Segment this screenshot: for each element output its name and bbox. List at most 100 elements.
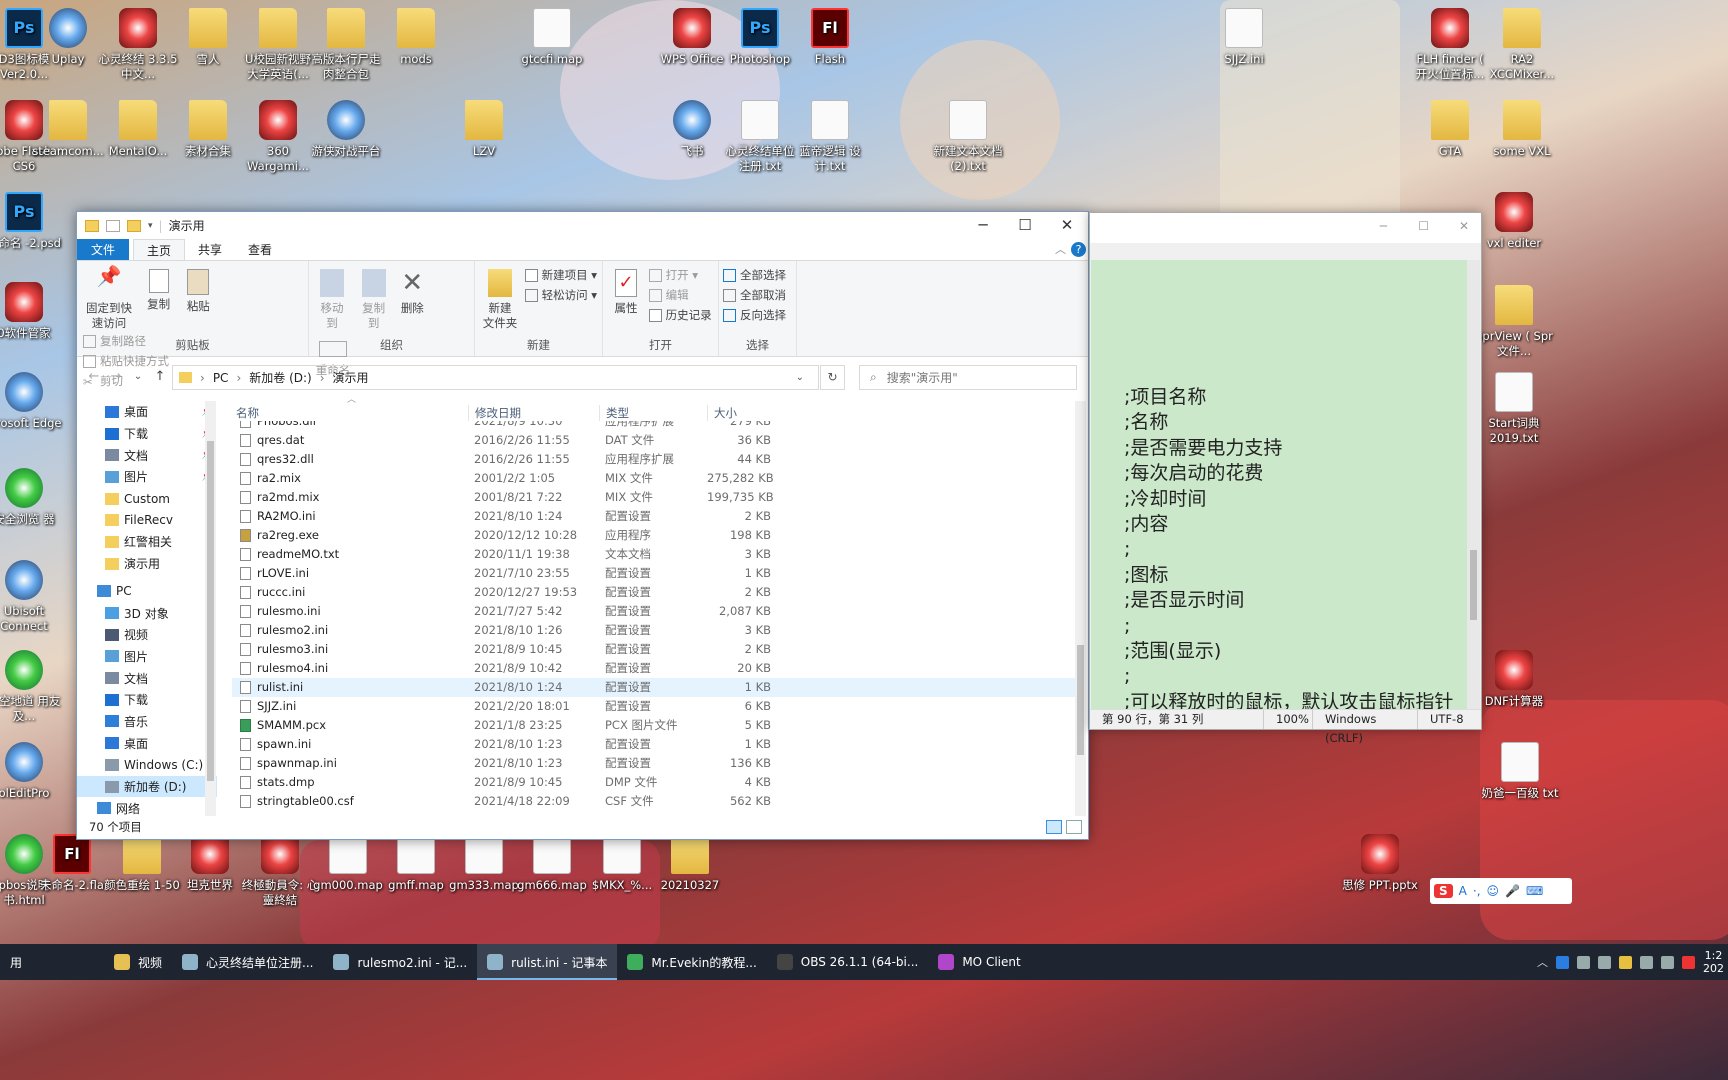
file-row[interactable]: Phobos.dll 2021/8/9 10:30应用程序扩展279 KB	[232, 421, 1077, 430]
search-box[interactable]: ⌕ 搜索"演示用"	[859, 365, 1077, 390]
column-size[interactable]: 大小	[707, 404, 777, 421]
file-row[interactable]: rulesmo.ini 2021/7/27 5:42 配置设置 2,087 KB	[232, 601, 1077, 620]
file-row[interactable]: rulesmo4.ini 2021/8/9 10:42 配置设置 20 KB	[232, 659, 1077, 678]
notepad-close-button[interactable]: ✕	[1459, 219, 1469, 233]
taskbar-item[interactable]: rulist.ini - 记事本	[477, 944, 618, 980]
desktop-icon-item[interactable]: Ubisoft Connect	[0, 560, 64, 634]
collapse-ribbon-icon[interactable]: ︿	[1055, 241, 1066, 257]
file-list-scrollbar[interactable]	[1075, 401, 1086, 816]
breadcrumb-drive[interactable]: 新加卷 (D:)	[249, 369, 311, 386]
tab-file[interactable]: 文件	[77, 239, 130, 260]
nav-item[interactable]: FileRecv	[77, 509, 217, 531]
column-name[interactable]: 名称	[232, 405, 468, 421]
nav-item[interactable]: 下载📌	[77, 423, 217, 445]
nav-item[interactable]: 图片	[77, 646, 217, 668]
desktop-icon-item[interactable]: FLH finder ( 开火位置标...	[1410, 8, 1490, 82]
desktop-icon-item[interactable]: gm666.map	[512, 834, 592, 893]
emoji-icon[interactable]: ☺	[1487, 884, 1500, 898]
network-icon[interactable]	[1640, 955, 1653, 969]
desktop-icon-item[interactable]: 心灵终结 3.3.5中文...	[98, 8, 178, 82]
keyboard-icon[interactable]: ⌨	[1526, 884, 1543, 898]
desktop-icon-item[interactable]: olEditPro	[0, 742, 64, 801]
notepad-scrollbar[interactable]	[1467, 260, 1480, 710]
desktop-icon-item[interactable]: SJJZ.ini	[1204, 8, 1284, 67]
desktop-icon-item[interactable]: mods	[376, 8, 456, 67]
taskbar-item[interactable]: OBS 26.1.1 (64-bi...	[767, 944, 929, 980]
file-row[interactable]: ra2.mix 2001/2/2 1:05 MIX 文件 275,282 KB	[232, 468, 1077, 487]
tab-view[interactable]: 查看	[235, 239, 285, 260]
file-row[interactable]: stringtable00.csf 2021/4/18 22:09 CSF 文件 56…	[232, 792, 1077, 811]
notepad-maximize-button[interactable]: ☐	[1418, 219, 1429, 233]
recent-locations-button[interactable]: ⌄	[127, 371, 149, 382]
taskbar-item[interactable]: MO Client	[928, 944, 1030, 980]
nav-item[interactable]: Custom	[77, 488, 217, 510]
taskbar-item[interactable]: 心灵终结单位注册...	[172, 944, 323, 980]
select-all-button[interactable]: 全部选择	[723, 265, 792, 285]
desktop-icon-item[interactable]: Fl Flash	[790, 8, 870, 67]
desktop-icon-item[interactable]: 0软件管家	[0, 282, 64, 341]
desktop-icon-item[interactable]: Ps 未命名 -2.psd	[0, 192, 64, 251]
nav-item[interactable]: PC	[77, 581, 217, 603]
history-button[interactable]: 历史记录	[648, 305, 712, 325]
nav-item[interactable]: 桌面📌	[77, 401, 217, 423]
desktop-icon-item[interactable]: 奶爸一百级 txt	[1480, 742, 1560, 801]
desktop-icon-item[interactable]: 心灵终结单位 注册.txt	[720, 100, 800, 174]
nav-item[interactable]: 音乐	[77, 711, 217, 733]
ime-toolbar[interactable]: S A ·, ☺ 🎤 ⌨	[1430, 878, 1572, 904]
quick-access-dropdown-icon[interactable]: ▾	[148, 221, 153, 231]
microphone-icon[interactable]: 🎤	[1505, 884, 1520, 898]
large-icons-view-button[interactable]	[1066, 820, 1082, 834]
nav-item[interactable]: 网络	[77, 797, 217, 816]
notepad-scrollbar-thumb[interactable]	[1470, 550, 1477, 620]
column-date[interactable]: 修改日期	[468, 404, 599, 421]
file-row[interactable]: qres32.dll 2016/2/26 11:55 应用程序扩展 44 KB	[232, 449, 1077, 468]
address-bar[interactable]: › PC › 新加卷 (D:) › 演示用 ⌄	[172, 365, 819, 390]
file-row[interactable]: rulist.ini 2021/8/10 1:24 配置设置 1 KB	[232, 677, 1077, 697]
volume-icon[interactable]	[1661, 955, 1674, 969]
move-to-button[interactable]: 移动到	[315, 265, 349, 331]
chevron-down-icon[interactable]: ⌄	[796, 372, 804, 383]
nav-item[interactable]: 下载	[77, 689, 217, 711]
desktop-icon-item[interactable]: 坦克世界	[170, 834, 250, 893]
copy-to-button[interactable]: 复制到	[357, 265, 391, 331]
copy-button[interactable]: 复制	[143, 265, 175, 312]
desktop-icon-item[interactable]: gtccfi.map	[512, 8, 592, 67]
tray-app-icon[interactable]	[1598, 955, 1611, 969]
new-folder-quick-icon[interactable]	[127, 219, 141, 232]
close-button[interactable]: ✕	[1046, 212, 1088, 239]
forward-button[interactable]: →	[105, 369, 127, 384]
file-row[interactable]: ra2md.mix 2001/8/21 7:22 MIX 文件 199,735 KB	[232, 487, 1077, 506]
taskbar-item[interactable]: 视频	[104, 944, 172, 980]
desktop-icon-item[interactable]: 思修 PPT.pptx	[1340, 834, 1420, 893]
open-button[interactable]: 打开 ▾	[648, 265, 712, 285]
desktop-icon-item[interactable]: SprView ( Spr文件...	[1474, 285, 1554, 359]
desktop-icon-item[interactable]: 安全浏览 器	[0, 468, 64, 527]
bluetooth-icon[interactable]	[1556, 955, 1569, 969]
nav-item[interactable]: Windows (C:)	[77, 754, 217, 776]
tab-share[interactable]: 共享	[185, 239, 235, 260]
desktop-icon-item[interactable]: 雪人	[168, 8, 248, 67]
easy-access-button[interactable]: 轻松访问 ▾	[524, 285, 597, 305]
minimize-button[interactable]: ─	[962, 212, 1004, 239]
desktop-icon-item[interactable]: LZV	[444, 100, 524, 159]
desktop-icon-item[interactable]: Uplay	[28, 8, 108, 67]
breadcrumb-folder[interactable]: 演示用	[333, 369, 369, 386]
file-row[interactable]: ra2reg.exe 2020/12/12 10:28 应用程序 198 KB	[232, 525, 1077, 544]
desktop-icon-item[interactable]: vxl editer	[1474, 192, 1554, 251]
desktop-icon-item[interactable]: Start词典 2019.txt	[1474, 372, 1554, 446]
file-list-scrollbar-thumb[interactable]	[1077, 645, 1084, 755]
desktop-icon-item[interactable]: 新建文本文档 (2).txt	[928, 100, 1008, 174]
paste-button[interactable]: 粘贴	[182, 265, 214, 314]
file-row[interactable]: spawn.ini 2021/8/10 1:23 配置设置 1 KB	[232, 735, 1077, 754]
nav-item[interactable]: 3D 对象	[77, 602, 217, 624]
file-row[interactable]: rLOVE.ini 2021/7/10 23:55 配置设置 1 KB	[232, 563, 1077, 582]
desktop-icon-item[interactable]: GTA	[1410, 100, 1490, 159]
nav-item[interactable]: 文档	[77, 667, 217, 689]
maximize-button[interactable]: ☐	[1004, 212, 1046, 239]
desktop-icon-item[interactable]: DNF计算器	[1474, 650, 1554, 709]
ime-mode[interactable]: A	[1459, 884, 1467, 898]
help-icon[interactable]: ?	[1071, 242, 1086, 257]
desktop-icon-item[interactable]: Ps Photoshop	[720, 8, 800, 67]
taskbar-item[interactable]: Mr.Evekin的教程...	[617, 944, 766, 980]
properties-quick-icon[interactable]	[106, 219, 120, 232]
